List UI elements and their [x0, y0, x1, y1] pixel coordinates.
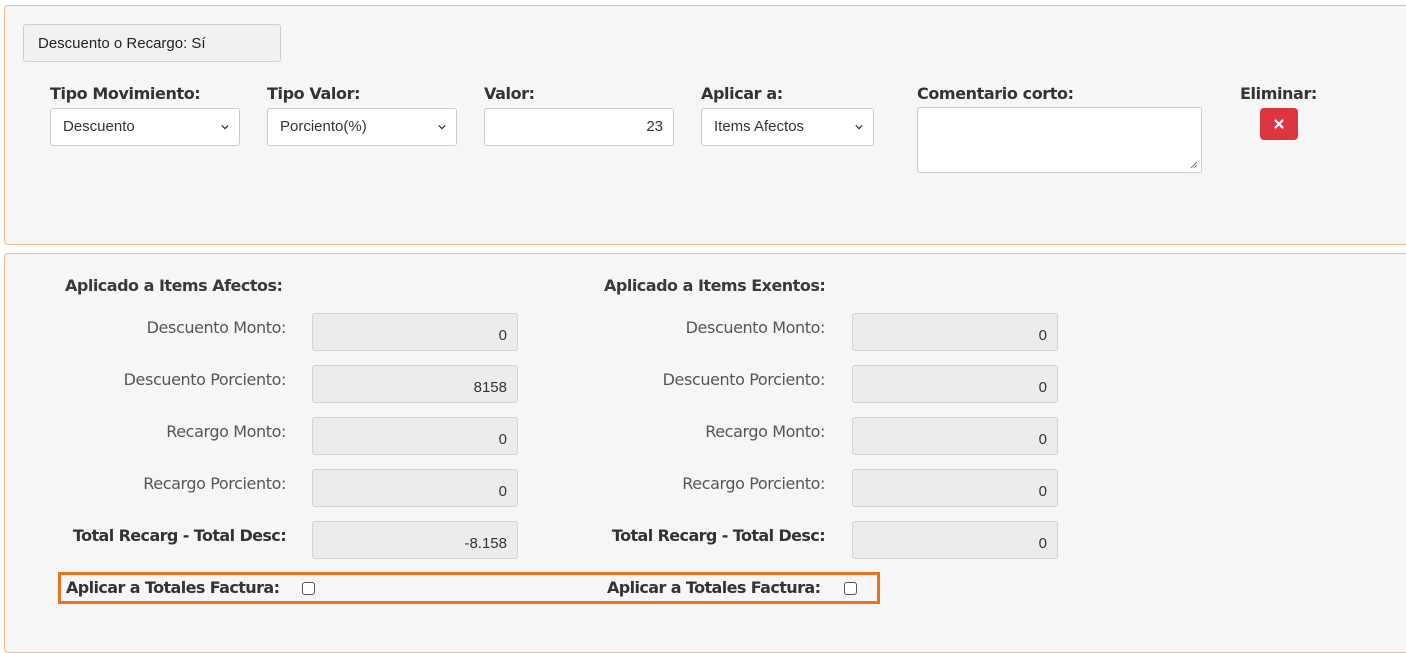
tipo-valor-label: Tipo Valor:	[267, 84, 361, 103]
valor-input[interactable]: 23	[484, 108, 674, 146]
exentos-recargo-monto-label: Recargo Monto:	[705, 422, 825, 441]
afectos-recargo-monto-field: 0	[312, 417, 518, 455]
afectos-aplicar-totales-label: Aplicar a Totales Factura:	[66, 578, 280, 597]
afectos-descuento-porciento-field: 8158	[312, 365, 518, 403]
afectos-total-field: -8.158	[312, 521, 518, 559]
afectos-descuento-porciento-label: Descuento Porciento:	[123, 370, 287, 389]
exentos-recargo-monto-field: 0	[852, 417, 1058, 455]
chevron-down-icon	[855, 124, 863, 130]
afectos-descuento-monto-field: 0	[312, 313, 518, 351]
exentos-title: Aplicado a Items Exentos:	[604, 276, 826, 295]
tipo-movimiento-select[interactable]: Descuento	[50, 108, 240, 146]
aplicar-a-select[interactable]: Items Afectos	[701, 108, 874, 146]
resize-grip-icon[interactable]	[1190, 161, 1198, 169]
tipo-movimiento-value: Descuento	[63, 118, 135, 135]
afectos-total-label: Total Recarg - Total Desc:	[72, 526, 287, 545]
close-icon	[1274, 119, 1284, 129]
aplicar-a-label: Aplicar a:	[701, 84, 783, 103]
aplicar-a-value: Items Afectos	[714, 118, 805, 135]
delete-button[interactable]	[1260, 108, 1298, 140]
discount-toggle-button[interactable]: Descuento o Recargo: Sí	[23, 24, 281, 62]
valor-label: Valor:	[484, 84, 535, 103]
exentos-descuento-monto-field: 0	[852, 313, 1058, 351]
exentos-recargo-porciento-label: Recargo Porciento:	[682, 474, 825, 493]
afectos-title: Aplicado a Items Afectos:	[65, 276, 283, 295]
comentario-textarea[interactable]	[917, 107, 1202, 173]
exentos-descuento-porciento-field: 0	[852, 365, 1058, 403]
exentos-aplicar-totales-checkbox[interactable]	[844, 582, 857, 595]
exentos-descuento-monto-label: Descuento Monto:	[685, 318, 826, 337]
afectos-recargo-porciento-label: Recargo Porciento:	[143, 474, 286, 493]
afectos-recargo-monto-label: Recargo Monto:	[166, 422, 286, 441]
chevron-down-icon	[438, 124, 446, 130]
eliminar-label: Eliminar:	[1240, 84, 1317, 103]
exentos-recargo-porciento-field: 0	[852, 469, 1058, 507]
afectos-descuento-monto-label: Descuento Monto:	[146, 318, 287, 337]
comentario-label: Comentario corto:	[917, 84, 1074, 103]
exentos-total-field: 0	[852, 521, 1058, 559]
tipo-valor-select[interactable]: Porciento(%)	[267, 108, 457, 146]
exentos-descuento-porciento-label: Descuento Porciento:	[662, 370, 826, 389]
exentos-aplicar-totales-label: Aplicar a Totales Factura:	[607, 578, 821, 597]
afectos-aplicar-totales-checkbox[interactable]	[302, 582, 315, 595]
tipo-movimiento-label: Tipo Movimiento:	[50, 84, 201, 103]
exentos-total-label: Total Recarg - Total Desc:	[611, 526, 826, 545]
chevron-down-icon	[221, 124, 229, 130]
afectos-recargo-porciento-field: 0	[312, 469, 518, 507]
tipo-valor-value: Porciento(%)	[280, 118, 367, 135]
